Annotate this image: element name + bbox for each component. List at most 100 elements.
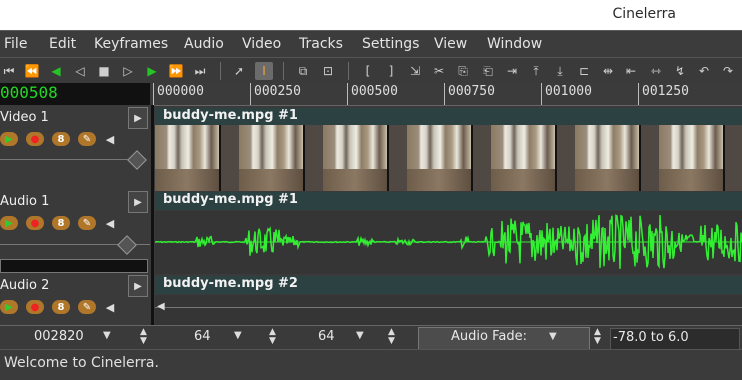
ruler-tick <box>444 83 445 105</box>
record-track-icon[interactable]: ● <box>26 300 44 314</box>
toolbar: ⏮ ⏪ ◀ ◁ ■ ▷ ▶ ⏩ ⏭ ➚ I ⧉ ⊡ [ ] ⇲ ✂ ⎘ ⎗ ⇥ … <box>0 57 742 84</box>
menu-tracks[interactable]: Tracks <box>299 36 343 52</box>
video-frame-thumbnail <box>491 125 555 191</box>
zoom-icon[interactable]: ↯ <box>671 62 689 80</box>
paste-icon[interactable]: ⎗ <box>479 62 497 80</box>
expand-track-button[interactable]: ▶ <box>128 107 148 129</box>
edit-title: buddy-me.mpg #2 <box>163 276 298 291</box>
fader-knob[interactable] <box>127 150 147 170</box>
mute-track-icon[interactable]: ◀ <box>103 132 117 146</box>
copy-keyframes-icon[interactable]: ⧉ <box>294 62 312 80</box>
lift-icon[interactable]: ⤒ <box>527 62 545 80</box>
time-clock: 000508 <box>0 83 150 105</box>
frame-separator <box>555 125 557 191</box>
arrow-select-icon[interactable]: ➚ <box>230 62 248 80</box>
reverse-play-icon[interactable]: ◀ <box>47 62 65 80</box>
fit-icon[interactable]: ⇹ <box>599 62 617 80</box>
copy-icon[interactable]: ⎘ <box>454 62 472 80</box>
amp-zoom-dropdown-icon[interactable]: ▼ <box>356 330 364 341</box>
cut-icon[interactable]: ✂ <box>430 62 448 80</box>
menu-settings[interactable]: Settings <box>362 36 419 52</box>
menu-edit[interactable]: Edit <box>49 36 76 52</box>
frame-forward-icon[interactable]: ▷ <box>119 62 137 80</box>
splice-icon[interactable]: ⇲ <box>406 62 424 80</box>
play-icon[interactable]: ▶ <box>143 62 161 80</box>
ruler-label: 000500 <box>351 84 398 99</box>
toolbar-separator <box>283 62 284 80</box>
track-name-audio-1[interactable]: Audio 1 <box>0 194 49 209</box>
ruler-tick <box>347 83 348 105</box>
play-track-icon[interactable]: ▶ <box>0 300 18 314</box>
draw-track-icon[interactable]: ✎ <box>78 216 96 230</box>
menu-keyframes[interactable]: Keyframes <box>94 36 168 52</box>
audio-waveform-area[interactable]: ◀ <box>155 295 742 325</box>
mute-track-icon[interactable]: ◀ <box>103 300 117 314</box>
edit-header[interactable]: buddy-me.mpg #1 <box>155 108 742 126</box>
label-icon[interactable]: ⊏ <box>575 62 593 80</box>
sample-zoom-stepper-icon[interactable]: ▲ ▼ <box>269 328 276 346</box>
gang-track-icon[interactable]: 8 <box>52 216 70 230</box>
undo-icon[interactable]: ↶ <box>695 62 713 80</box>
fast-forward-icon[interactable]: ⏩ <box>167 62 185 80</box>
ibeam-select-icon[interactable]: I <box>255 62 273 80</box>
range-field[interactable]: -78.0 to 6.0 <box>610 328 740 350</box>
align-left-icon[interactable]: ⇤ <box>622 62 640 80</box>
play-track-icon[interactable]: ▶ <box>0 132 18 146</box>
pan-control[interactable] <box>0 259 148 273</box>
sample-zoom-value[interactable]: 64 <box>194 329 211 344</box>
menu-window[interactable]: Window <box>487 36 542 52</box>
in-point-icon[interactable]: [ <box>359 62 377 80</box>
record-track-icon[interactable]: ● <box>26 216 44 230</box>
stop-icon[interactable]: ■ <box>95 62 113 80</box>
overwrite-icon[interactable]: ⇥ <box>503 62 521 80</box>
audio-waveform-area[interactable] <box>154 211 742 274</box>
scroll-left-icon[interactable]: ◀ <box>157 301 171 313</box>
auto-type-dropdown-icon[interactable]: ▼ <box>549 331 557 342</box>
timeline-ruler[interactable]: 000000 000250 000500 000750 001000 00125… <box>153 83 742 106</box>
goto-end-icon[interactable]: ⏭ <box>191 62 209 80</box>
position-dropdown-icon[interactable]: ▼ <box>103 330 111 341</box>
status-bar: Welcome to Cinelerra. <box>0 349 742 380</box>
gang-track-icon[interactable]: 8 <box>52 132 70 146</box>
align-right-icon[interactable]: ⇿ <box>647 62 665 80</box>
edit-header[interactable]: buddy-me.mpg #2 <box>155 276 742 294</box>
waveform-line <box>155 307 742 308</box>
auto-type-select[interactable]: Audio Fade: ▼ <box>418 327 590 350</box>
redo-icon[interactable]: ↷ <box>719 62 737 80</box>
amp-zoom-stepper-icon[interactable]: ▲ ▼ <box>388 328 395 346</box>
draw-track-icon[interactable]: ✎ <box>78 132 96 146</box>
edit-title: buddy-me.mpg #1 <box>163 108 298 123</box>
clock-value: 000508 <box>0 83 58 102</box>
out-point-icon[interactable]: ] <box>382 62 400 80</box>
ruler-label: 001250 <box>642 84 689 99</box>
mute-track-icon[interactable]: ◀ <box>103 216 117 230</box>
menu-audio[interactable]: Audio <box>184 36 224 52</box>
expand-track-button[interactable]: ▶ <box>128 191 148 213</box>
ruler-tick <box>250 83 251 105</box>
edit-header[interactable]: buddy-me.mpg #1 <box>155 192 742 210</box>
position-stepper-icon[interactable]: ▲ ▼ <box>140 328 147 346</box>
rewind-to-start-icon[interactable]: ⏮ <box>0 62 18 80</box>
record-track-icon[interactable]: ● <box>26 132 44 146</box>
gang-track-icon[interactable]: 8 <box>52 300 70 314</box>
paste-keyframes-icon[interactable]: ⊡ <box>319 62 337 80</box>
sample-zoom-dropdown-icon[interactable]: ▼ <box>234 330 242 341</box>
draw-track-icon[interactable]: ✎ <box>78 300 96 314</box>
fast-rewind-icon[interactable]: ⏪ <box>23 62 41 80</box>
menu-file[interactable]: File <box>4 36 27 52</box>
menu-view[interactable]: View <box>434 36 467 52</box>
track-name-video-1[interactable]: Video 1 <box>0 110 49 125</box>
frame-back-icon[interactable]: ◁ <box>71 62 89 80</box>
frame-separator <box>723 125 725 191</box>
video-thumbnails[interactable] <box>155 125 742 191</box>
range-stepper-icon[interactable]: ▲ ▼ <box>594 328 601 346</box>
toolbar-separator <box>220 62 221 80</box>
expand-track-button[interactable]: ▶ <box>128 275 148 297</box>
menu-video[interactable]: Video <box>242 36 281 52</box>
position-value[interactable]: 002820 <box>34 329 84 344</box>
track-name-audio-2[interactable]: Audio 2 <box>0 278 49 293</box>
extract-icon[interactable]: ⤓ <box>551 62 569 80</box>
play-track-icon[interactable]: ▶ <box>0 216 18 230</box>
amp-zoom-value[interactable]: 64 <box>318 329 335 344</box>
fader-knob[interactable] <box>117 235 137 255</box>
